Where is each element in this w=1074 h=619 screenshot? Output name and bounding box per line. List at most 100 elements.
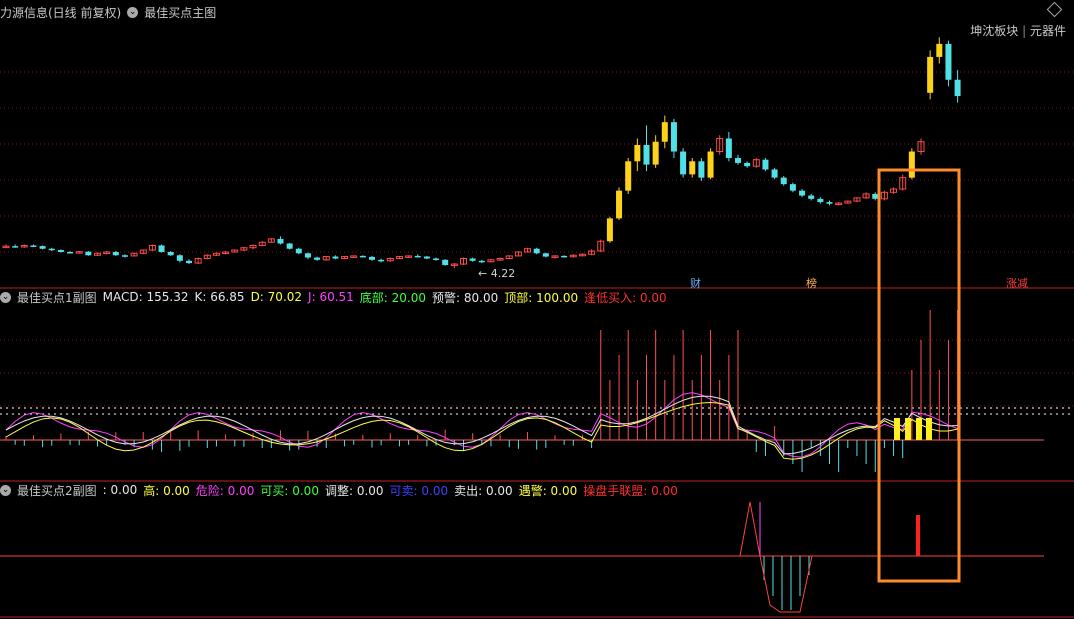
- candle-body: [514, 251, 522, 257]
- sub1-item-value: 20.00: [391, 290, 427, 305]
- sub2-item-3: 可买: 0.00: [260, 482, 319, 499]
- sub1-item-value: 0.00: [639, 290, 667, 305]
- sub2-item-label: 卖出:: [454, 483, 486, 498]
- sub2-item-value: 0.00: [227, 483, 255, 498]
- highlight-box: [877, 168, 961, 583]
- candle-body: [30, 245, 37, 247]
- candle-body: [442, 259, 449, 266]
- sub1-item-2: D: 70.02: [251, 290, 302, 304]
- candle-body: [670, 122, 677, 152]
- candle-body: [67, 251, 74, 254]
- candle-body: [130, 252, 138, 257]
- sub2-dropdown-icon[interactable]: ⌄: [0, 484, 11, 496]
- candle-body: [39, 246, 46, 249]
- candle-body: [75, 251, 83, 254]
- candle-body: [295, 248, 302, 254]
- candle-body: [103, 251, 111, 254]
- sub1-item-value: 70.02: [267, 290, 303, 304]
- candle-body: [369, 256, 375, 260]
- sub1-item-label: 顶部:: [504, 290, 537, 305]
- sub2-plot: [0, 501, 1044, 613]
- candle-body: [405, 255, 413, 258]
- sub1-item-label: K:: [194, 290, 211, 304]
- candle-body: [395, 256, 403, 260]
- sector-label[interactable]: 坤沈板块: [970, 24, 1018, 38]
- separator: |: [1022, 24, 1027, 38]
- sub2-item-2: 危险: 0.00: [196, 482, 255, 499]
- candle-body: [661, 122, 668, 142]
- candle-body: [240, 247, 248, 251]
- candle-body: [94, 252, 101, 256]
- candle-body: [597, 240, 605, 252]
- candle-body: [771, 169, 778, 178]
- buy-signal-bar: [926, 418, 932, 440]
- candle-body: [304, 253, 311, 258]
- sub2-item-value: 0.00: [651, 483, 678, 498]
- candle-body: [487, 259, 495, 263]
- chart-canvas[interactable]: ← 4.22: [0, 0, 1074, 619]
- candle-body: [853, 197, 861, 202]
- candle-body: [194, 258, 202, 264]
- candle-body: [716, 137, 724, 153]
- sub2-item-value: 0.00: [292, 483, 319, 498]
- sub1-item-value: 60.51: [319, 290, 354, 304]
- low-price-label: ← 4.22: [478, 267, 515, 280]
- sub1-dropdown-icon[interactable]: ⌄: [0, 291, 11, 303]
- collapse-icon[interactable]: [1046, 1, 1063, 18]
- sub1-item-label: MACD:: [102, 290, 147, 304]
- candle-body: [57, 250, 64, 252]
- candle-body: [186, 260, 192, 264]
- buy-signal-bar: [894, 418, 900, 440]
- candle-body: [112, 251, 119, 256]
- candle-body: [322, 256, 330, 261]
- candle-body: [359, 255, 366, 258]
- main-indicator-name[interactable]: 最佳买点主图: [144, 4, 216, 21]
- sub1-item-5: 预警: 80.00: [432, 289, 498, 306]
- candle-body: [917, 141, 925, 153]
- candle-body: [936, 43, 943, 57]
- candle-body: [817, 198, 824, 203]
- buy-signal-bar: [905, 418, 911, 440]
- sub2-item-label: 可买:: [260, 483, 293, 498]
- sub1-item-label: 底部:: [359, 290, 392, 305]
- sub2-item-7: 遇警: 0.00: [519, 482, 578, 499]
- candle-body: [762, 159, 769, 170]
- sub2-item-label: 操盘手联盟:: [583, 483, 652, 498]
- candle-body: [286, 243, 293, 249]
- candle-body: [496, 258, 504, 261]
- candle-body: [203, 254, 211, 260]
- sub1-name[interactable]: 最佳买点1副图: [17, 289, 97, 306]
- candle-body: [121, 255, 128, 257]
- candle-body: [314, 257, 321, 260]
- industry-label[interactable]: 元器件: [1030, 24, 1066, 38]
- candle-body: [277, 238, 284, 244]
- candle-body: [799, 190, 806, 196]
- candle-body: [689, 161, 696, 175]
- candle-body: [606, 218, 613, 242]
- candle-body: [725, 138, 732, 159]
- candle-body: [908, 151, 915, 178]
- candle-body: [862, 193, 870, 199]
- sub1-item-4: 底部: 20.00: [360, 289, 426, 306]
- candle-body: [48, 248, 55, 251]
- sub1-item-1: K: 66.85: [194, 290, 244, 304]
- sub2-item-6: 卖出: 0.00: [454, 482, 513, 499]
- candle-body: [148, 244, 156, 251]
- sub2-item-value: 0.00: [485, 483, 513, 498]
- candle-body: [542, 253, 549, 257]
- candle-body: [378, 259, 385, 262]
- sub1-item-6: 顶部: 100.00: [504, 289, 578, 306]
- sell-signal-bar: [916, 515, 920, 556]
- candle-body: [625, 161, 632, 191]
- candle-body: [844, 200, 852, 204]
- sub2-item-0: : 0.00: [103, 483, 138, 497]
- j-line: [5, 392, 958, 458]
- sub2-name[interactable]: 最佳买点2副图: [17, 482, 97, 499]
- sub2-item-1: 高: 0.00: [143, 482, 190, 499]
- candle-body: [707, 151, 714, 178]
- marker-cai: 财: [690, 277, 701, 290]
- candle-body: [423, 256, 430, 259]
- top-right-labels: 坤沈板块 | 元器件: [970, 22, 1066, 39]
- k-line: [5, 395, 958, 455]
- indicator-dropdown-icon[interactable]: ⌄: [127, 6, 139, 18]
